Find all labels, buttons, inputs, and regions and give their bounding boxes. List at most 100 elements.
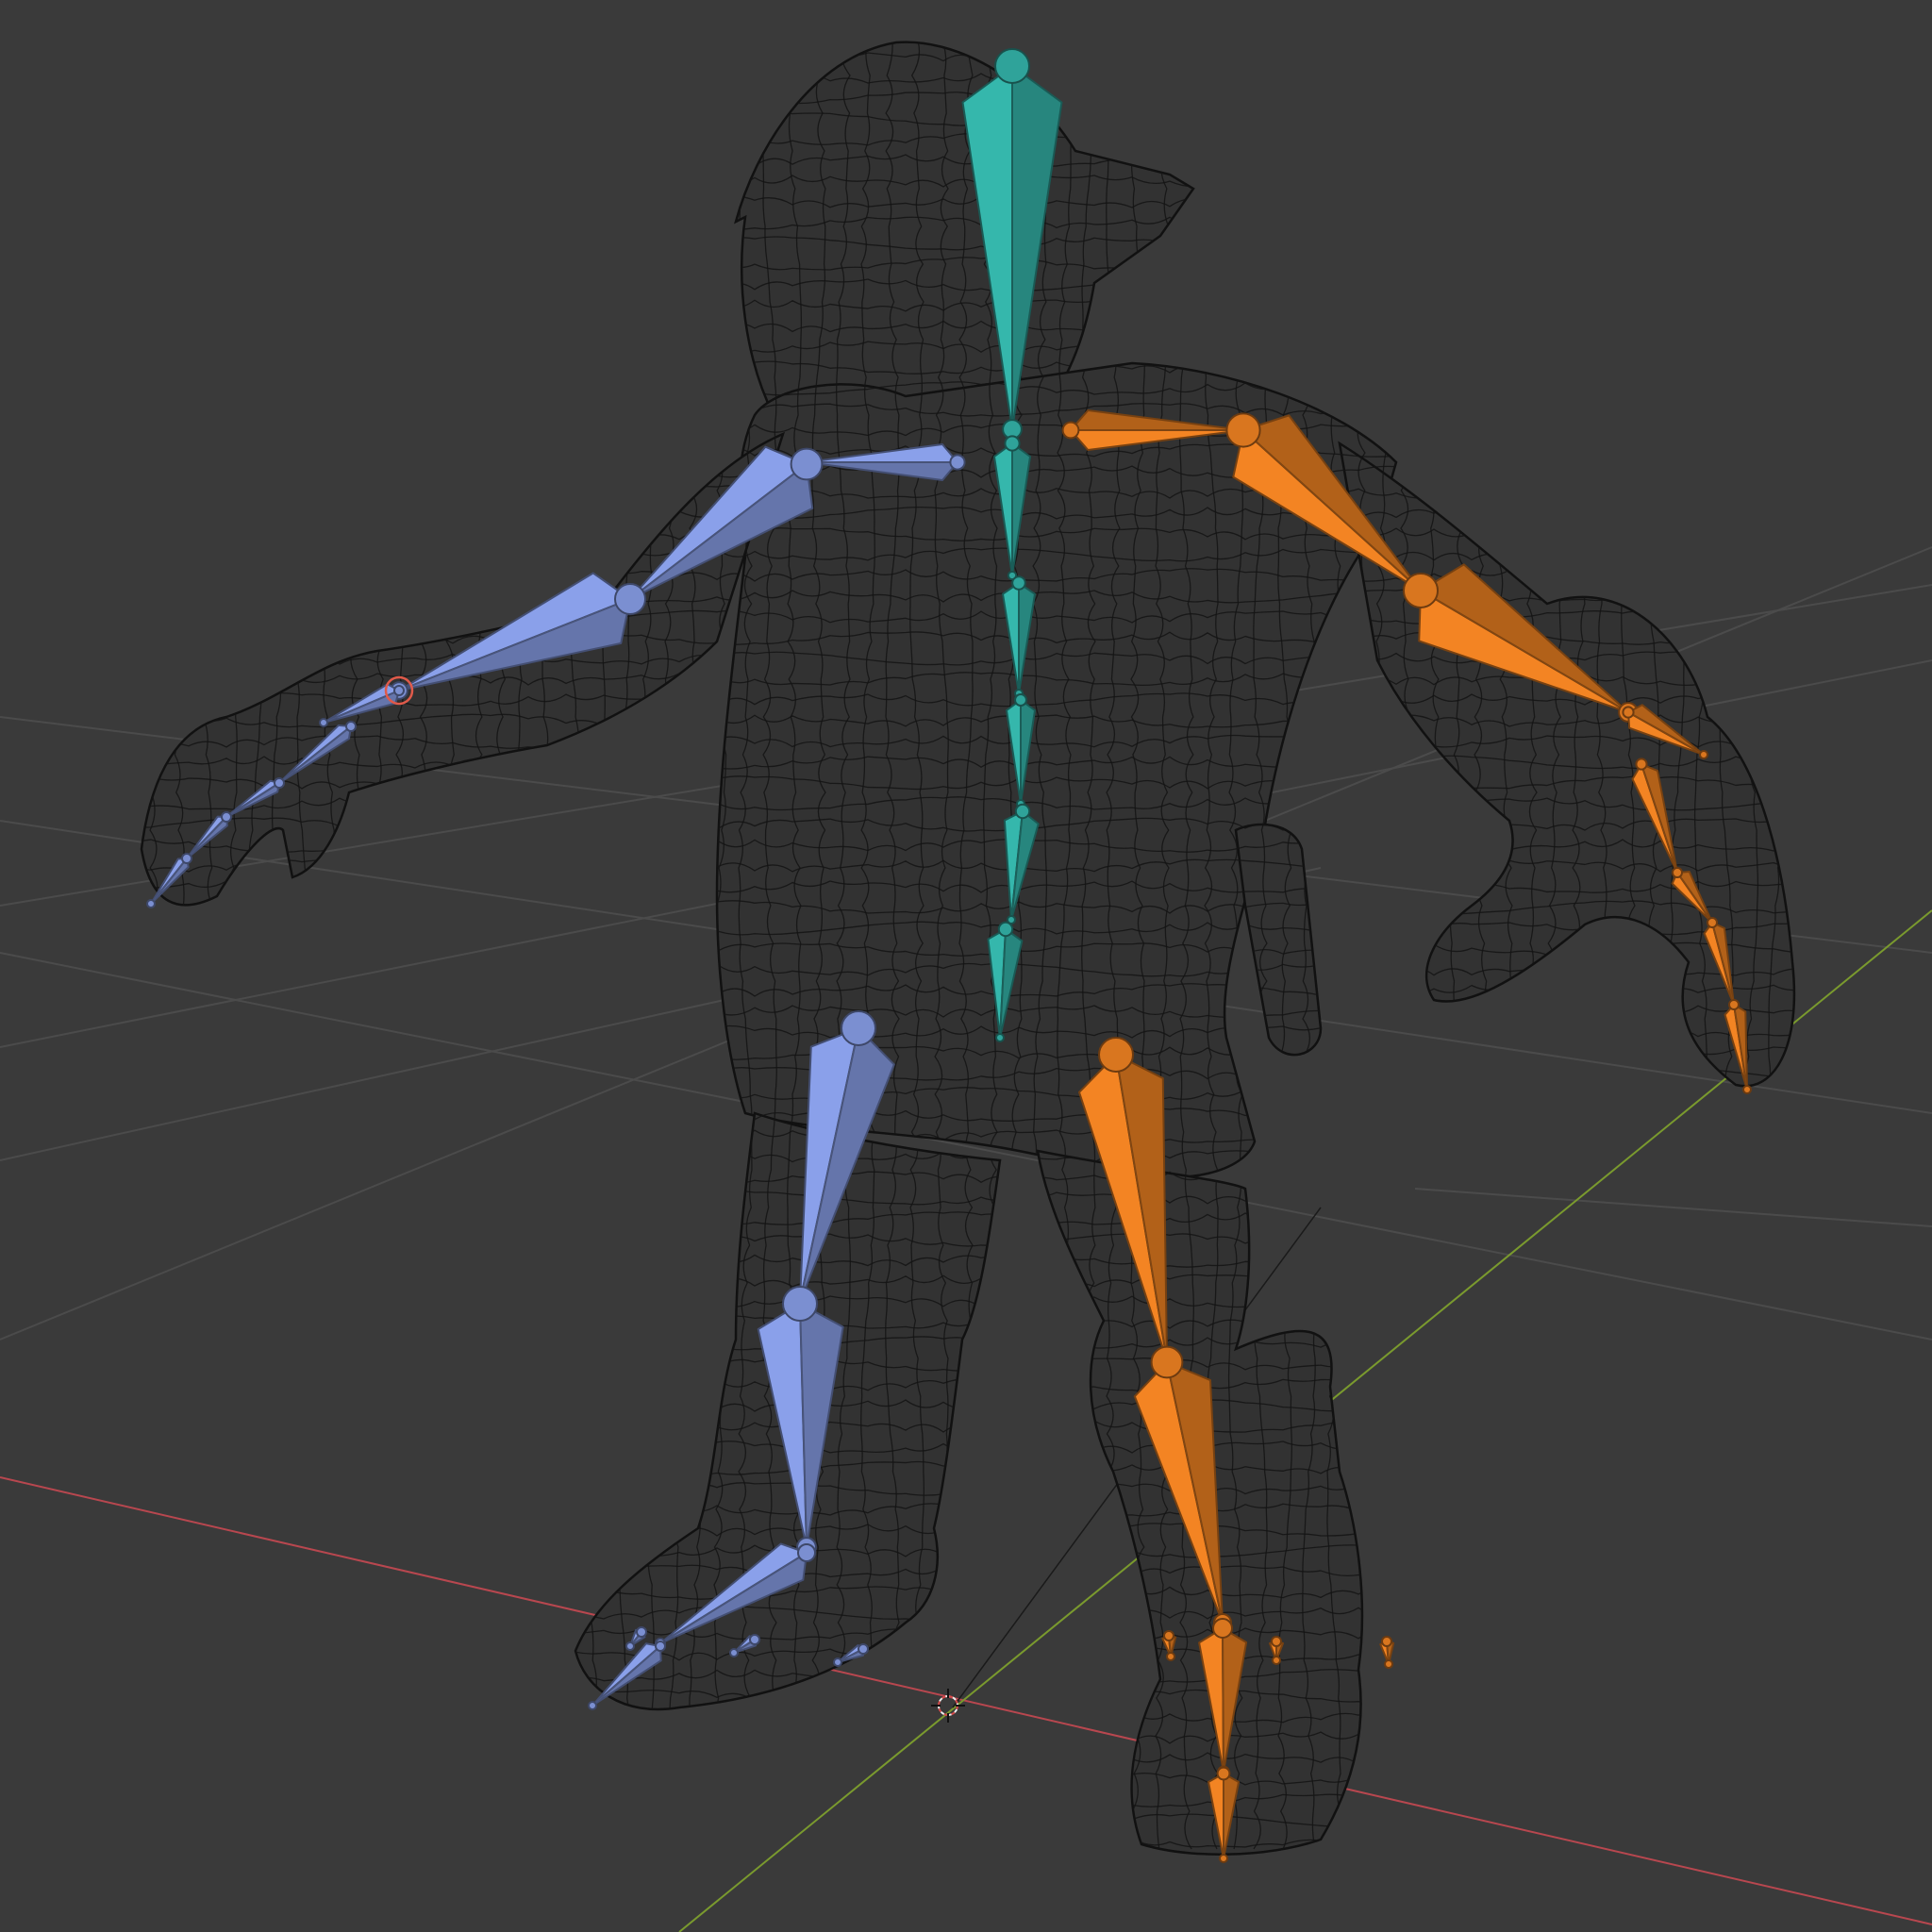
bone-forearm-r-head-joint[interactable]: [1403, 573, 1439, 608]
bone-spine-upper-head-joint[interactable]: [1014, 693, 1027, 707]
mesh-edge-ring: [198, 42, 214, 1850]
mesh-edge-ring: [149, 42, 164, 1850]
3d-viewport[interactable]: [0, 0, 1932, 1932]
bone-forearm-l-head-joint[interactable]: [614, 583, 646, 615]
mesh-edge-loop: [142, 1772, 1794, 1787]
bone-toe-r-3[interactable]: [1269, 1636, 1284, 1665]
bone-finger-l-3-head-joint[interactable]: [221, 811, 232, 823]
mesh-edge-loop: [142, 1419, 1794, 1433]
bone-toe-l-2-tail-joint[interactable]: [625, 1641, 635, 1651]
bone-toe-r-tail-joint[interactable]: [1219, 1854, 1228, 1863]
bone-spine-lower-head-joint[interactable]: [1014, 803, 1031, 820]
mesh-edge-loop: [142, 1626, 1794, 1641]
mesh-edge-ring: [345, 42, 360, 1850]
bone-toe-l-head-joint[interactable]: [655, 1641, 666, 1652]
mesh-edge-ring: [271, 42, 287, 1850]
mesh-edge-loop: [142, 1606, 1794, 1621]
mesh-edge-ring: [1596, 42, 1611, 1850]
bone-hand-r-head-joint[interactable]: [1622, 706, 1635, 719]
mesh-edge-ring: [1375, 42, 1391, 1850]
mesh-edge-loop: [142, 1502, 1794, 1517]
mesh-edge-ring: [1645, 42, 1660, 1850]
bone-shoulder-l-head-joint[interactable]: [949, 454, 966, 471]
mesh-edge-loop: [142, 1440, 1794, 1455]
mesh-edge-loop: [142, 1377, 1794, 1392]
bone-hips-tail-joint[interactable]: [995, 1033, 1005, 1042]
bone-toe-r-head-joint[interactable]: [1216, 1766, 1231, 1781]
mesh-edge-loop: [142, 1647, 1794, 1662]
bone-hand-l-head-joint[interactable]: [393, 685, 405, 696]
mesh-edge-ring: [223, 42, 238, 1850]
mesh-edge-ring: [1400, 42, 1415, 1850]
bone-foot-r-head-joint[interactable]: [1212, 1618, 1233, 1639]
bone-upper-arm-l-head-joint[interactable]: [790, 447, 824, 481]
mesh-edge-ring: [125, 38, 140, 1849]
mesh-edge-loop: [142, 1481, 1794, 1496]
bone-finger-l-4-head-joint[interactable]: [181, 853, 192, 864]
mesh-edge-loop: [142, 1668, 1794, 1683]
bone-finger-r-1-head-joint[interactable]: [1635, 758, 1648, 771]
mesh-edge-ring: [247, 42, 262, 1850]
bone-toe-l-tail-joint[interactable]: [588, 1701, 597, 1710]
bone-toe-r-3-head-joint[interactable]: [1271, 1636, 1282, 1647]
mesh-edge-ring: [394, 42, 409, 1850]
mesh-edge-ring: [615, 42, 630, 1850]
bone-upper-arm-r-head-joint[interactable]: [1225, 412, 1261, 448]
mesh-edge-loop: [142, 1813, 1794, 1828]
mesh-edge-loop: [142, 1460, 1794, 1475]
bone-hand-r-tail-joint[interactable]: [1699, 750, 1708, 759]
mesh-edge-loop: [142, 1834, 1794, 1849]
bone-finger-r-2-head-joint[interactable]: [1672, 867, 1683, 878]
bone-neck-head-joint[interactable]: [1004, 435, 1021, 452]
bone-toe-r-3-tail-joint[interactable]: [1272, 1656, 1281, 1665]
bone-foot-l-head-joint[interactable]: [797, 1543, 816, 1562]
mesh-edge-ring: [1572, 42, 1587, 1850]
mesh-wireframe: [113, 38, 1811, 1869]
mesh-edge-ring: [591, 42, 606, 1850]
bone-toe-r-2-tail-joint[interactable]: [1166, 1652, 1175, 1661]
bone-finger-r-3-head-joint[interactable]: [1707, 917, 1718, 928]
bone-finger-r-4-head-joint[interactable]: [1728, 999, 1740, 1010]
bone-toe-r-2-head-joint[interactable]: [1163, 1630, 1174, 1641]
mesh-edge-ring: [1792, 42, 1794, 1850]
bone-shin-r-head-joint[interactable]: [1150, 1345, 1184, 1379]
bone-toe-l-3-head-joint[interactable]: [749, 1634, 760, 1645]
mesh-edge-loop: [142, 1543, 1794, 1558]
bone-toe-l-3-tail-joint[interactable]: [729, 1648, 739, 1657]
bone-finger-l-4-tail-joint[interactable]: [146, 899, 156, 908]
mesh-edge-ring: [1621, 42, 1637, 1850]
bone-finger-l-2-head-joint[interactable]: [274, 777, 285, 789]
bone-finger-r-4-tail-joint[interactable]: [1742, 1085, 1752, 1094]
bone-finger-l-1-head-joint[interactable]: [345, 721, 357, 732]
x-axis-line: [0, 1476, 1932, 1925]
bone-shin-l-head-joint[interactable]: [782, 1286, 818, 1322]
bone-thigh-r-head-joint[interactable]: [1098, 1037, 1134, 1073]
mesh-edge-loop: [142, 1751, 1794, 1766]
mesh-edge-ring: [443, 42, 458, 1850]
mesh-edge-loop: [142, 1709, 1794, 1724]
bone-thigh-l-head-joint[interactable]: [841, 1010, 876, 1046]
mesh-edge-loop: [142, 1523, 1794, 1537]
mesh-edge-ring: [467, 42, 484, 1850]
mesh-edge-loop: [142, 1585, 1794, 1600]
bone-shoulder-r-head-joint[interactable]: [1061, 421, 1080, 440]
bone-toe-r-4-tail-joint[interactable]: [1384, 1659, 1393, 1669]
bone-head-head-joint[interactable]: [994, 48, 1030, 84]
bone-chest-head-joint[interactable]: [1011, 575, 1026, 591]
bone-toe-l-4-tail-joint[interactable]: [833, 1657, 842, 1667]
mesh-edge-ring: [566, 42, 582, 1850]
mesh-edge-loop: [142, 1792, 1794, 1807]
mesh-edge-loop: [142, 1564, 1794, 1579]
mesh-edge-loop: [142, 1357, 1794, 1372]
bone-toe-r-4-head-joint[interactable]: [1381, 1636, 1392, 1647]
mesh-edge-ring: [492, 42, 508, 1850]
bone-toe-l-2-head-joint[interactable]: [636, 1626, 647, 1638]
bone-hips-head-joint[interactable]: [997, 921, 1014, 938]
mesh-edge-ring: [174, 42, 189, 1850]
bone-toe-l-4-head-joint[interactable]: [858, 1643, 869, 1655]
mesh-edge-ring: [370, 42, 385, 1850]
bone-toe-r-4[interactable]: [1379, 1636, 1395, 1669]
mesh-edge-loop: [113, 1856, 1811, 1869]
bone-hand-l-tail-joint[interactable]: [319, 718, 328, 727]
mesh-edge-ring: [320, 42, 337, 1850]
